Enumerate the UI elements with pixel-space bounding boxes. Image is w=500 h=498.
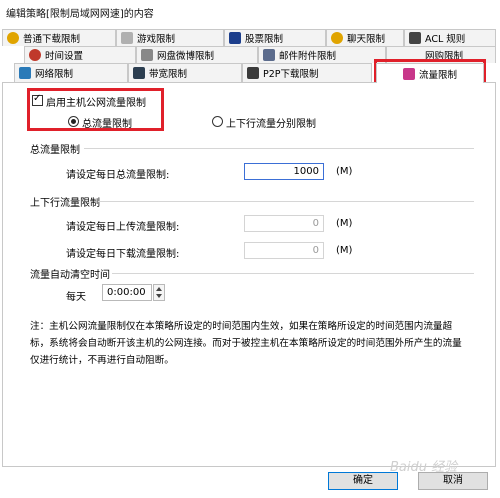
- bandwidth-icon: [133, 67, 145, 79]
- traffic-icon: [403, 67, 415, 80]
- tab-netdisk-weibo[interactable]: 网盘微博限制: [136, 46, 258, 63]
- total-unit-label: (M): [336, 166, 353, 177]
- tab-p2p[interactable]: P2P下载限制: [242, 63, 372, 82]
- tab-mail-attachment[interactable]: 邮件附件限制: [258, 46, 386, 63]
- separator-total: [84, 148, 474, 149]
- note-text: 注：主机公网流量限制仅在本策略所设定的时间范围内生效，如果在策略所设定的时间范围…: [30, 321, 462, 366]
- acl-icon: [409, 32, 421, 44]
- watermark: Baidu 经验: [390, 460, 458, 475]
- network-icon: [19, 67, 31, 79]
- title-bar: 编辑策略[限制局域网网速]的内容: [0, 0, 500, 22]
- tab-row-3: 网络限制 带宽限制 P2P下载限制 流量限制: [2, 63, 496, 83]
- window-title: 编辑策略[限制局域网网速]的内容: [6, 9, 154, 20]
- tab-traffic-limit[interactable]: 流量限制: [376, 63, 484, 83]
- radio-split-limit[interactable]: [212, 116, 223, 127]
- tab-bandwidth[interactable]: 带宽限制: [128, 63, 242, 82]
- download-daily-label: 请设定每日下载流量限制:: [66, 249, 180, 260]
- tab-network[interactable]: 网络限制: [14, 63, 128, 82]
- section-updown-title: 上下行流量限制: [30, 198, 100, 209]
- tab-chat[interactable]: 聊天限制: [326, 29, 404, 46]
- tab-online-shopping[interactable]: 网购限制: [386, 46, 496, 63]
- upload-daily-label: 请设定每日上传流量限制:: [66, 222, 180, 233]
- section-auto-clear-title: 流量自动清空时间: [30, 270, 110, 281]
- radio-total-limit[interactable]: [68, 116, 79, 127]
- download-daily-input[interactable]: 0: [244, 242, 324, 259]
- upload-unit-label: (M): [336, 218, 353, 229]
- enable-traffic-limit-label: 启用主机公网流量限制: [46, 98, 146, 109]
- tab-acl[interactable]: ACL 规则: [404, 29, 496, 46]
- radio-total-limit-label: 总流量限制: [82, 119, 132, 130]
- daily-label: 每天: [66, 292, 86, 303]
- download-unit-label: (M): [336, 245, 353, 256]
- cloud-icon: [141, 49, 153, 61]
- upload-daily-input[interactable]: 0: [244, 215, 324, 232]
- separator-auto-clear: [112, 273, 474, 274]
- download-icon: [7, 32, 19, 44]
- total-daily-label: 请设定每日总流量限制:: [66, 170, 170, 181]
- mail-icon: [263, 49, 275, 61]
- tab-game[interactable]: 游戏限制: [116, 29, 224, 46]
- ok-button[interactable]: 确定: [328, 472, 398, 490]
- tab-time-settings[interactable]: 时间设置: [24, 46, 136, 63]
- enable-traffic-limit-checkbox[interactable]: [32, 93, 43, 106]
- clock-icon: [29, 49, 41, 61]
- chat-icon: [331, 32, 343, 44]
- radio-split-limit-label: 上下行流量分别限制: [226, 119, 316, 130]
- section-total-title: 总流量限制: [30, 145, 80, 156]
- dialog-window: 编辑策略[限制局域网网速]的内容 普通下载限制 游戏限制 股票限制 聊天限制 A…: [0, 0, 500, 498]
- tab-normal-download[interactable]: 普通下载限制: [2, 29, 116, 46]
- clear-time-spinner[interactable]: [153, 284, 165, 301]
- tab-stock[interactable]: 股票限制: [224, 29, 326, 46]
- tab-row-2: 时间设置 网盘微博限制 邮件附件限制 网购限制: [2, 46, 496, 63]
- p2p-icon: [247, 67, 259, 79]
- tab-row-1: 普通下载限制 游戏限制 股票限制 聊天限制 ACL 规则: [2, 29, 496, 46]
- separator-updown: [98, 201, 474, 202]
- stock-icon: [229, 32, 241, 44]
- game-icon: [121, 32, 133, 44]
- total-daily-input[interactable]: 1000: [244, 163, 324, 180]
- clear-time-input[interactable]: 0:00:00: [102, 284, 152, 301]
